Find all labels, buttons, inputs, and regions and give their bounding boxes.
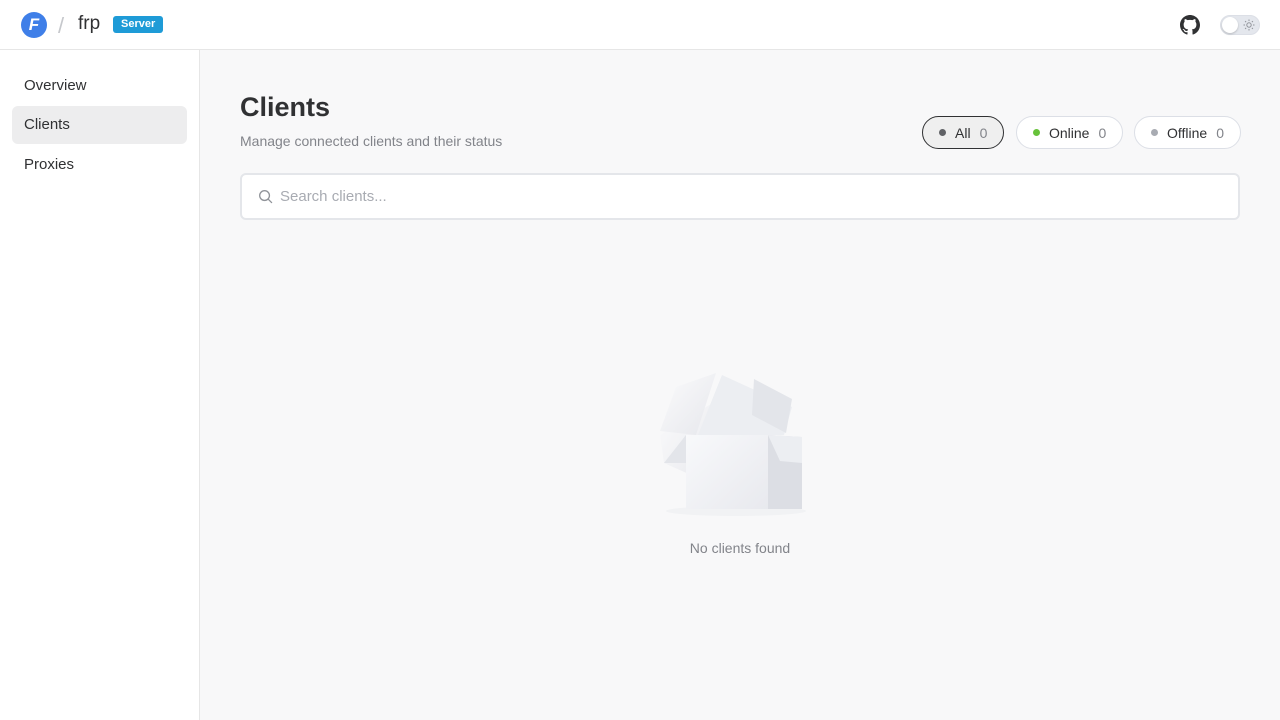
filter-count: 0	[1098, 124, 1107, 141]
sidebar-item-overview[interactable]: Overview	[12, 67, 187, 105]
app-name[interactable]: frp	[78, 13, 100, 35]
page-title: Clients	[240, 92, 331, 122]
filter-offline-button[interactable]: Offline 0	[1134, 116, 1242, 149]
top-header: F / frp Server	[0, 0, 1280, 50]
main-content: Clients Manage connected clients and the…	[200, 50, 1280, 720]
filter-label: Offline	[1167, 124, 1208, 141]
sidebar-item-clients[interactable]: Clients	[12, 106, 187, 144]
filter-label: All	[955, 124, 971, 141]
theme-toggle[interactable]	[1220, 15, 1260, 35]
page-subtitle: Manage connected clients and their statu…	[240, 133, 503, 149]
github-icon[interactable]	[1180, 15, 1200, 35]
sidebar-item-label: Overview	[24, 77, 87, 94]
sidebar-item-label: Clients	[24, 116, 70, 133]
server-badge: Server	[113, 16, 164, 33]
breadcrumb-separator: /	[58, 13, 65, 38]
filter-all-button[interactable]: All 0	[922, 116, 1005, 149]
sidebar-item-proxies[interactable]: Proxies	[12, 146, 187, 184]
search-input[interactable]	[280, 175, 1220, 218]
empty-state-text: No clients found	[689, 540, 791, 556]
frp-logo-icon[interactable]: F	[21, 12, 47, 38]
theme-toggle-knob	[1222, 17, 1238, 33]
sidebar-item-label: Proxies	[24, 156, 75, 173]
filter-label: Online	[1049, 124, 1090, 141]
search-icon	[259, 190, 273, 204]
status-dot	[939, 129, 946, 136]
status-dot	[1033, 129, 1040, 136]
logo-letter: F	[28, 15, 40, 34]
sun-icon	[1243, 19, 1255, 31]
filter-count: 0	[1216, 124, 1225, 141]
filter-count: 0	[979, 124, 988, 141]
filter-online-button[interactable]: Online 0	[1016, 116, 1124, 149]
status-dot	[1151, 129, 1158, 136]
sidebar: Overview Clients Proxies	[0, 50, 200, 720]
empty-box-icon	[660, 373, 806, 516]
search-box[interactable]	[240, 173, 1240, 220]
